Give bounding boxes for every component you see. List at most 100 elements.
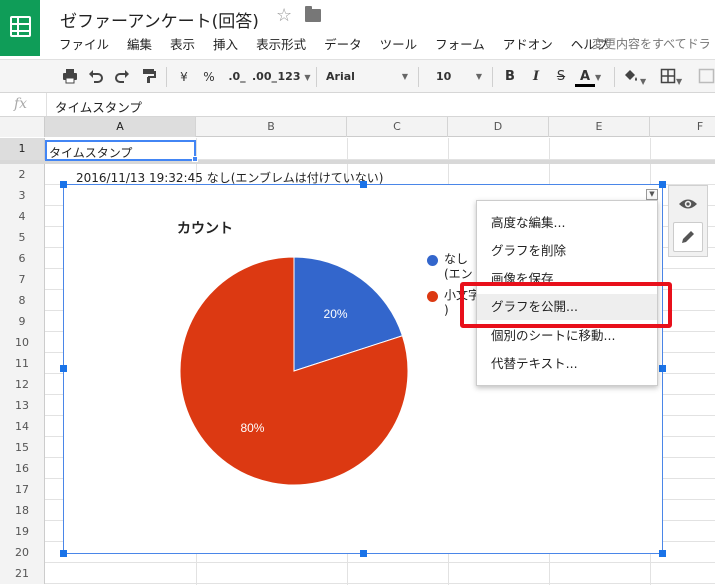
legend-label-0-line2: (エン bbox=[444, 267, 473, 281]
menu-edit[interactable]: 編集 bbox=[118, 34, 161, 52]
undo-icon[interactable] bbox=[86, 68, 106, 86]
row-header[interactable]: 13 bbox=[0, 395, 45, 416]
caret-down-icon: ▼ bbox=[595, 73, 602, 82]
caret-down-icon: ▼ bbox=[676, 77, 683, 86]
legend-label-0: なし (エン bbox=[444, 252, 473, 282]
edit-chart-button[interactable] bbox=[673, 222, 703, 252]
row-header[interactable]: 14 bbox=[0, 416, 45, 437]
menu-addons[interactable]: アドオン bbox=[494, 34, 562, 52]
number-format-label: 123 bbox=[277, 70, 301, 83]
fill-handle[interactable] bbox=[192, 156, 198, 162]
caret-down-icon: ▼ bbox=[304, 73, 311, 82]
annotation-highlight-box bbox=[460, 282, 672, 328]
row-header[interactable]: 19 bbox=[0, 521, 45, 542]
menu-format[interactable]: 表示形式 bbox=[247, 34, 315, 52]
save-status[interactable]: 変更内容をすべてドラ bbox=[592, 35, 715, 52]
row-header[interactable]: 9 bbox=[0, 311, 45, 332]
resize-handle-tl[interactable] bbox=[60, 181, 67, 188]
column-header-f[interactable]: F bbox=[650, 117, 715, 137]
row-header[interactable]: 8 bbox=[0, 290, 45, 311]
column-header-b[interactable]: B bbox=[196, 117, 347, 137]
row-header[interactable]: 3 bbox=[0, 185, 45, 206]
menu-data[interactable]: データ bbox=[315, 34, 371, 52]
row-header[interactable]: 11 bbox=[0, 353, 45, 374]
borders-button[interactable]: ▼ bbox=[660, 68, 692, 86]
merge-cells-icon[interactable] bbox=[698, 68, 715, 86]
font-size-dropdown[interactable]: 10 ▼ bbox=[424, 68, 486, 86]
chart-menu-button[interactable]: ▼ bbox=[646, 189, 658, 200]
decrease-decimals-button[interactable]: .0_ bbox=[226, 68, 248, 86]
italic-button[interactable]: I bbox=[528, 68, 544, 86]
resize-handle-tr[interactable] bbox=[659, 181, 666, 188]
text-color-button[interactable]: A ▼ bbox=[575, 68, 605, 87]
fx-icon: fx bbox=[14, 96, 28, 112]
select-all-corner[interactable] bbox=[0, 117, 45, 137]
grid-row: 21 bbox=[0, 563, 715, 584]
menu-item-alt-text[interactable]: 代替テキスト... bbox=[477, 351, 657, 377]
menu-item-advanced-edit[interactable]: 高度な編集... bbox=[477, 210, 657, 236]
row-header[interactable]: 1 bbox=[0, 138, 45, 160]
caret-down-icon: ▼ bbox=[401, 72, 408, 81]
increase-decimals-button[interactable]: .00_ bbox=[252, 68, 277, 86]
resize-handle-r[interactable] bbox=[659, 365, 666, 372]
paint-bucket-icon bbox=[625, 70, 637, 81]
strikethrough-button[interactable]: S bbox=[553, 68, 569, 86]
pie-label-1: 80% bbox=[240, 421, 264, 435]
column-header-a[interactable]: A bbox=[45, 117, 196, 137]
menu-item-delete-chart[interactable]: グラフを削除 bbox=[477, 238, 657, 264]
row-header[interactable]: 7 bbox=[0, 269, 45, 290]
resize-handle-b[interactable] bbox=[360, 550, 367, 557]
row-header[interactable]: 12 bbox=[0, 374, 45, 395]
caret-down-icon: ▼ bbox=[640, 77, 647, 86]
number-format-dropdown[interactable]: 123 ▼ bbox=[277, 68, 311, 86]
folder-icon[interactable] bbox=[305, 6, 321, 22]
text-color-label: A bbox=[575, 70, 595, 87]
legend-swatch-1 bbox=[427, 291, 438, 302]
row-header[interactable]: 17 bbox=[0, 479, 45, 500]
chart-title: カウント bbox=[177, 221, 233, 237]
menu-view[interactable]: 表示 bbox=[161, 34, 204, 52]
menu-file[interactable]: ファイル bbox=[50, 34, 118, 52]
column-header-d[interactable]: D bbox=[448, 117, 549, 137]
row-header[interactable]: 16 bbox=[0, 458, 45, 479]
redo-icon[interactable] bbox=[112, 68, 132, 86]
resize-handle-br[interactable] bbox=[659, 550, 666, 557]
menu-insert[interactable]: 挿入 bbox=[204, 34, 247, 52]
row-header[interactable]: 20 bbox=[0, 542, 45, 563]
row-header[interactable]: 18 bbox=[0, 500, 45, 521]
resize-handle-l[interactable] bbox=[60, 365, 67, 372]
row-header[interactable]: 10 bbox=[0, 332, 45, 353]
caret-down-icon: ▼ bbox=[475, 72, 482, 81]
font-family-label: Arial bbox=[326, 70, 355, 83]
row-header[interactable]: 4 bbox=[0, 206, 45, 227]
fill-color-button[interactable]: ▼ bbox=[622, 68, 654, 86]
column-header-bar: A B C D E F bbox=[0, 117, 715, 137]
formula-input[interactable]: タイムスタンプ bbox=[55, 97, 142, 116]
bold-button[interactable]: B bbox=[502, 68, 518, 86]
row-header[interactable]: 5 bbox=[0, 227, 45, 248]
menu-form[interactable]: フォーム bbox=[426, 34, 494, 52]
row-header[interactable]: 6 bbox=[0, 248, 45, 269]
resize-handle-bl[interactable] bbox=[60, 550, 67, 557]
star-icon[interactable]: ☆ bbox=[276, 5, 292, 26]
selected-cell-outline bbox=[45, 140, 196, 161]
column-header-c[interactable]: C bbox=[347, 117, 448, 137]
resize-handle-t[interactable] bbox=[360, 181, 367, 188]
legend-swatch-0 bbox=[427, 255, 438, 266]
pie-label-0: 20% bbox=[324, 307, 348, 321]
print-icon[interactable] bbox=[60, 68, 80, 86]
percent-format-button[interactable]: % bbox=[200, 68, 218, 86]
preview-button[interactable] bbox=[673, 189, 703, 219]
menu-tools[interactable]: ツール bbox=[371, 34, 427, 52]
paint-format-icon[interactable] bbox=[139, 68, 159, 86]
currency-format-button[interactable]: ¥ bbox=[176, 68, 192, 86]
row-header[interactable]: 2 bbox=[0, 164, 45, 185]
column-header-e[interactable]: E bbox=[549, 117, 650, 137]
sheets-logo[interactable] bbox=[0, 0, 40, 56]
row-header[interactable]: 21 bbox=[0, 563, 45, 584]
font-size-label: 10 bbox=[436, 70, 452, 83]
eye-icon bbox=[679, 199, 697, 209]
font-family-dropdown[interactable]: Arial ▼ bbox=[320, 68, 412, 86]
row-header[interactable]: 15 bbox=[0, 437, 45, 458]
document-title[interactable]: ゼファーアンケート(回答) bbox=[60, 7, 259, 32]
